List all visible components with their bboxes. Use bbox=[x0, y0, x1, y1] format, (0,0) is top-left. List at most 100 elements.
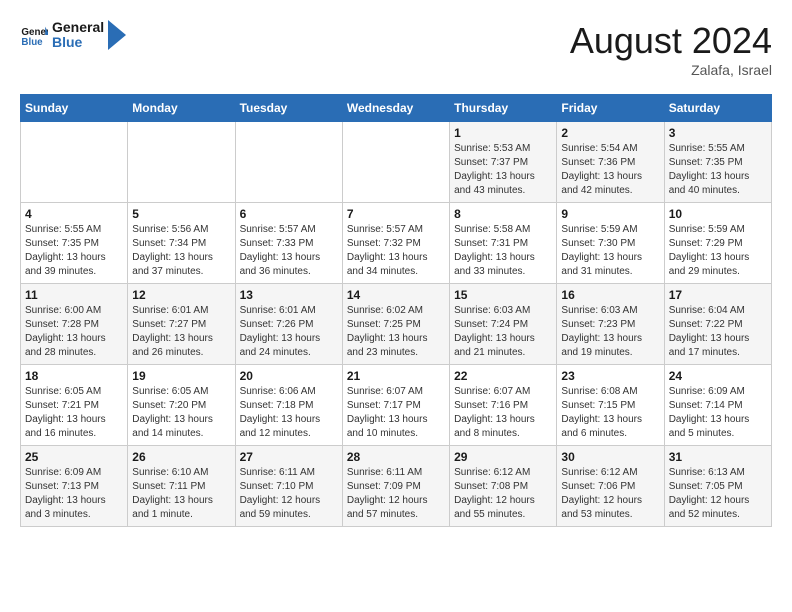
header-cell-friday: Friday bbox=[557, 95, 664, 122]
day-cell: 24 Sunrise: 6:09 AMSunset: 7:14 PMDayligh… bbox=[664, 365, 771, 446]
day-info: Sunrise: 5:57 AMSunset: 7:32 PMDaylight:… bbox=[347, 223, 445, 279]
day-cell: 9 Sunrise: 5:59 AMSunset: 7:30 PMDaylight… bbox=[557, 203, 664, 284]
day-info: Sunrise: 6:07 AMSunset: 7:16 PMDaylight:… bbox=[454, 385, 552, 441]
header-cell-tuesday: Tuesday bbox=[235, 95, 342, 122]
day-number: 7 bbox=[347, 207, 445, 221]
day-info: Sunrise: 6:09 AMSunset: 7:13 PMDaylight:… bbox=[25, 466, 123, 522]
week-row-5: 25 Sunrise: 6:09 AMSunset: 7:13 PMDayligh… bbox=[21, 446, 772, 527]
day-number: 24 bbox=[669, 369, 767, 383]
header-cell-monday: Monday bbox=[128, 95, 235, 122]
day-info: Sunrise: 6:09 AMSunset: 7:14 PMDaylight:… bbox=[669, 385, 767, 441]
day-info: Sunrise: 6:05 AMSunset: 7:21 PMDaylight:… bbox=[25, 385, 123, 441]
calendar-header: SundayMondayTuesdayWednesdayThursdayFrid… bbox=[21, 95, 772, 122]
day-info: Sunrise: 5:59 AMSunset: 7:29 PMDaylight:… bbox=[669, 223, 767, 279]
logo-arrow-icon bbox=[108, 20, 126, 50]
day-number: 20 bbox=[240, 369, 338, 383]
day-cell: 20 Sunrise: 6:06 AMSunset: 7:18 PMDayligh… bbox=[235, 365, 342, 446]
day-info: Sunrise: 6:01 AMSunset: 7:26 PMDaylight:… bbox=[240, 304, 338, 360]
calendar-body: 1Sunrise: 5:53 AMSunset: 7:37 PMDaylight… bbox=[21, 122, 772, 527]
day-number: 26 bbox=[132, 450, 230, 464]
day-number: 30 bbox=[561, 450, 659, 464]
day-cell: 2 Sunrise: 5:54 AMSunset: 7:36 PMDaylight… bbox=[557, 122, 664, 203]
day-number: 27 bbox=[240, 450, 338, 464]
day-number: 12 bbox=[132, 288, 230, 302]
day-info: Sunrise: 6:11 AMSunset: 7:10 PMDaylight:… bbox=[240, 466, 338, 522]
day-info: Sunrise: 5:55 AMSunset: 7:35 PMDaylight:… bbox=[25, 223, 123, 279]
day-cell: 23 Sunrise: 6:08 AMSunset: 7:15 PMDayligh… bbox=[557, 365, 664, 446]
svg-text:Blue: Blue bbox=[21, 37, 43, 48]
day-number: 23 bbox=[561, 369, 659, 383]
day-number: 9 bbox=[561, 207, 659, 221]
day-cell: 25 Sunrise: 6:09 AMSunset: 7:13 PMDayligh… bbox=[21, 446, 128, 527]
day-info: Sunrise: 6:06 AMSunset: 7:18 PMDaylight:… bbox=[240, 385, 338, 441]
day-info: Sunrise: 6:04 AMSunset: 7:22 PMDaylight:… bbox=[669, 304, 767, 360]
day-cell: 22Sunrise: 6:07 AMSunset: 7:16 PMDayligh… bbox=[450, 365, 557, 446]
header-cell-wednesday: Wednesday bbox=[342, 95, 449, 122]
day-cell: 4 Sunrise: 5:55 AMSunset: 7:35 PMDaylight… bbox=[21, 203, 128, 284]
day-number: 11 bbox=[25, 288, 123, 302]
day-cell: 12 Sunrise: 6:01 AMSunset: 7:27 PMDayligh… bbox=[128, 284, 235, 365]
day-cell: 28 Sunrise: 6:11 AMSunset: 7:09 PMDayligh… bbox=[342, 446, 449, 527]
month-title: August 2024 bbox=[570, 20, 772, 62]
header-row: SundayMondayTuesdayWednesdayThursdayFrid… bbox=[21, 95, 772, 122]
day-info: Sunrise: 5:59 AMSunset: 7:30 PMDaylight:… bbox=[561, 223, 659, 279]
day-info: Sunrise: 5:53 AMSunset: 7:37 PMDaylight:… bbox=[454, 142, 552, 198]
logo: General Blue General Blue bbox=[20, 20, 126, 51]
day-number: 28 bbox=[347, 450, 445, 464]
day-cell: 26 Sunrise: 6:10 AMSunset: 7:11 PMDayligh… bbox=[128, 446, 235, 527]
day-cell: 5Sunrise: 5:56 AMSunset: 7:34 PMDaylight… bbox=[128, 203, 235, 284]
day-number: 4 bbox=[25, 207, 123, 221]
week-row-2: 4 Sunrise: 5:55 AMSunset: 7:35 PMDaylight… bbox=[21, 203, 772, 284]
day-cell: 15 Sunrise: 6:03 AMSunset: 7:24 PMDayligh… bbox=[450, 284, 557, 365]
day-cell: 11Sunrise: 6:00 AMSunset: 7:28 PMDayligh… bbox=[21, 284, 128, 365]
day-cell: 3Sunrise: 5:55 AMSunset: 7:35 PMDaylight… bbox=[664, 122, 771, 203]
day-cell: 31 Sunrise: 6:13 AMSunset: 7:05 PMDayligh… bbox=[664, 446, 771, 527]
calendar-table: SundayMondayTuesdayWednesdayThursdayFrid… bbox=[20, 94, 772, 527]
day-number: 5 bbox=[132, 207, 230, 221]
day-info: Sunrise: 6:11 AMSunset: 7:09 PMDaylight:… bbox=[347, 466, 445, 522]
day-info: Sunrise: 5:58 AMSunset: 7:31 PMDaylight:… bbox=[454, 223, 552, 279]
day-cell: 19 Sunrise: 6:05 AMSunset: 7:20 PMDayligh… bbox=[128, 365, 235, 446]
title-section: August 2024 Zalafa, Israel bbox=[570, 20, 772, 78]
day-info: Sunrise: 6:01 AMSunset: 7:27 PMDaylight:… bbox=[132, 304, 230, 360]
week-row-4: 18 Sunrise: 6:05 AMSunset: 7:21 PMDayligh… bbox=[21, 365, 772, 446]
day-number: 15 bbox=[454, 288, 552, 302]
day-number: 2 bbox=[561, 126, 659, 140]
day-number: 14 bbox=[347, 288, 445, 302]
header-cell-sunday: Sunday bbox=[21, 95, 128, 122]
day-cell: 7 Sunrise: 5:57 AMSunset: 7:32 PMDaylight… bbox=[342, 203, 449, 284]
day-cell bbox=[235, 122, 342, 203]
day-info: Sunrise: 6:05 AMSunset: 7:20 PMDaylight:… bbox=[132, 385, 230, 441]
day-cell: 21 Sunrise: 6:07 AMSunset: 7:17 PMDayligh… bbox=[342, 365, 449, 446]
day-number: 18 bbox=[25, 369, 123, 383]
day-number: 16 bbox=[561, 288, 659, 302]
day-cell: 17 Sunrise: 6:04 AMSunset: 7:22 PMDayligh… bbox=[664, 284, 771, 365]
day-number: 13 bbox=[240, 288, 338, 302]
day-cell: 16 Sunrise: 6:03 AMSunset: 7:23 PMDayligh… bbox=[557, 284, 664, 365]
page-header: General Blue General Blue August 2024 Za… bbox=[20, 20, 772, 78]
day-number: 17 bbox=[669, 288, 767, 302]
day-info: Sunrise: 6:07 AMSunset: 7:17 PMDaylight:… bbox=[347, 385, 445, 441]
day-cell: 27 Sunrise: 6:11 AMSunset: 7:10 PMDayligh… bbox=[235, 446, 342, 527]
day-number: 25 bbox=[25, 450, 123, 464]
logo-general: General bbox=[52, 20, 104, 35]
day-info: Sunrise: 5:57 AMSunset: 7:33 PMDaylight:… bbox=[240, 223, 338, 279]
day-info: Sunrise: 6:12 AMSunset: 7:08 PMDaylight:… bbox=[454, 466, 552, 522]
day-number: 31 bbox=[669, 450, 767, 464]
logo-blue: Blue bbox=[52, 35, 104, 50]
day-cell: 29 Sunrise: 6:12 AMSunset: 7:08 PMDayligh… bbox=[450, 446, 557, 527]
day-number: 21 bbox=[347, 369, 445, 383]
day-number: 19 bbox=[132, 369, 230, 383]
day-info: Sunrise: 6:08 AMSunset: 7:15 PMDaylight:… bbox=[561, 385, 659, 441]
day-info: Sunrise: 6:13 AMSunset: 7:05 PMDaylight:… bbox=[669, 466, 767, 522]
day-cell: 18 Sunrise: 6:05 AMSunset: 7:21 PMDayligh… bbox=[21, 365, 128, 446]
day-info: Sunrise: 6:03 AMSunset: 7:24 PMDaylight:… bbox=[454, 304, 552, 360]
day-number: 29 bbox=[454, 450, 552, 464]
day-number: 8 bbox=[454, 207, 552, 221]
day-cell bbox=[128, 122, 235, 203]
day-info: Sunrise: 6:03 AMSunset: 7:23 PMDaylight:… bbox=[561, 304, 659, 360]
day-info: Sunrise: 6:10 AMSunset: 7:11 PMDaylight:… bbox=[132, 466, 230, 522]
day-cell: 14Sunrise: 6:02 AMSunset: 7:25 PMDayligh… bbox=[342, 284, 449, 365]
day-info: Sunrise: 5:54 AMSunset: 7:36 PMDaylight:… bbox=[561, 142, 659, 198]
week-row-3: 11Sunrise: 6:00 AMSunset: 7:28 PMDayligh… bbox=[21, 284, 772, 365]
